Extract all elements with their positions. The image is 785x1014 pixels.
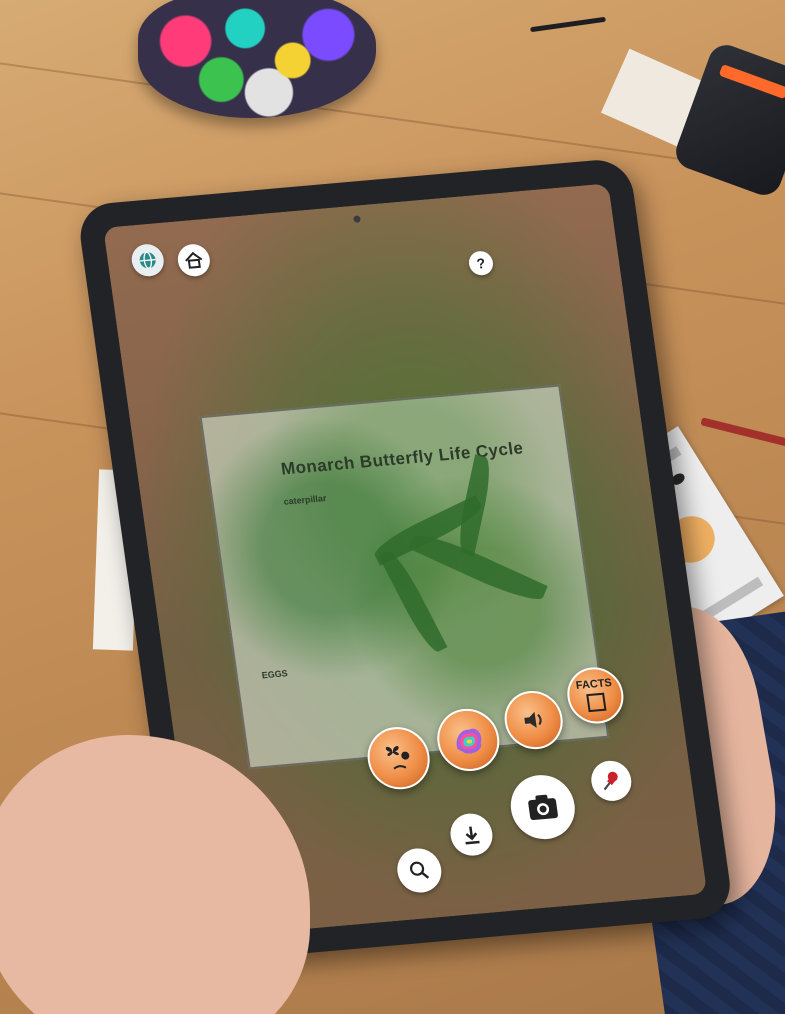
home-icon (185, 251, 203, 269)
facts-box-icon (586, 692, 607, 713)
help-icon: ? (475, 254, 487, 272)
camera-button[interactable] (506, 772, 579, 842)
camera-icon (528, 794, 558, 821)
rainbow-splash-icon (456, 728, 482, 754)
facts-label: FACTS (575, 676, 613, 693)
download-button[interactable] (447, 811, 496, 858)
globe-button[interactable] (129, 242, 166, 278)
download-icon (465, 826, 480, 845)
pen (530, 16, 606, 33)
home-button[interactable] (175, 242, 212, 278)
help-button[interactable]: ? (467, 250, 495, 277)
magnifier-icon (409, 861, 430, 879)
sequin-bag (138, 0, 376, 118)
butterfly-face-icon (385, 746, 410, 770)
pencil-case (671, 40, 785, 200)
speaker-icon (524, 711, 542, 728)
pin-button[interactable] (588, 759, 634, 803)
search-button[interactable] (394, 846, 445, 895)
pushpin-icon (603, 771, 618, 791)
globe-icon (139, 251, 156, 269)
red-pencil (700, 417, 785, 447)
photo-scene: Monarch Butterfly Life Cycle caterpillar… (0, 0, 785, 1014)
front-camera (353, 215, 361, 223)
